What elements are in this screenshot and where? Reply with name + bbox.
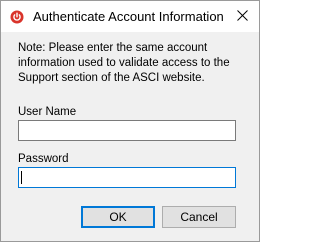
ok-button[interactable]: OK [81, 206, 155, 228]
title-bar[interactable]: Authenticate Account Information [1, 1, 259, 32]
note-text: Note: Please enter the same account info… [18, 42, 230, 84]
dialog-body: Note: Please enter the same account info… [1, 32, 259, 241]
close-button[interactable] [225, 1, 259, 32]
password-field[interactable] [18, 167, 236, 188]
username-field[interactable] [18, 120, 236, 141]
dialog-window: Authenticate Account Information Note: P… [0, 0, 260, 242]
close-icon [236, 9, 248, 24]
username-label: User Name [18, 106, 77, 118]
text-caret [21, 171, 22, 184]
window-title: Authenticate Account Information [33, 9, 224, 24]
app-power-icon [10, 10, 24, 24]
cancel-button[interactable]: Cancel [162, 206, 236, 228]
password-label: Password [18, 153, 69, 165]
